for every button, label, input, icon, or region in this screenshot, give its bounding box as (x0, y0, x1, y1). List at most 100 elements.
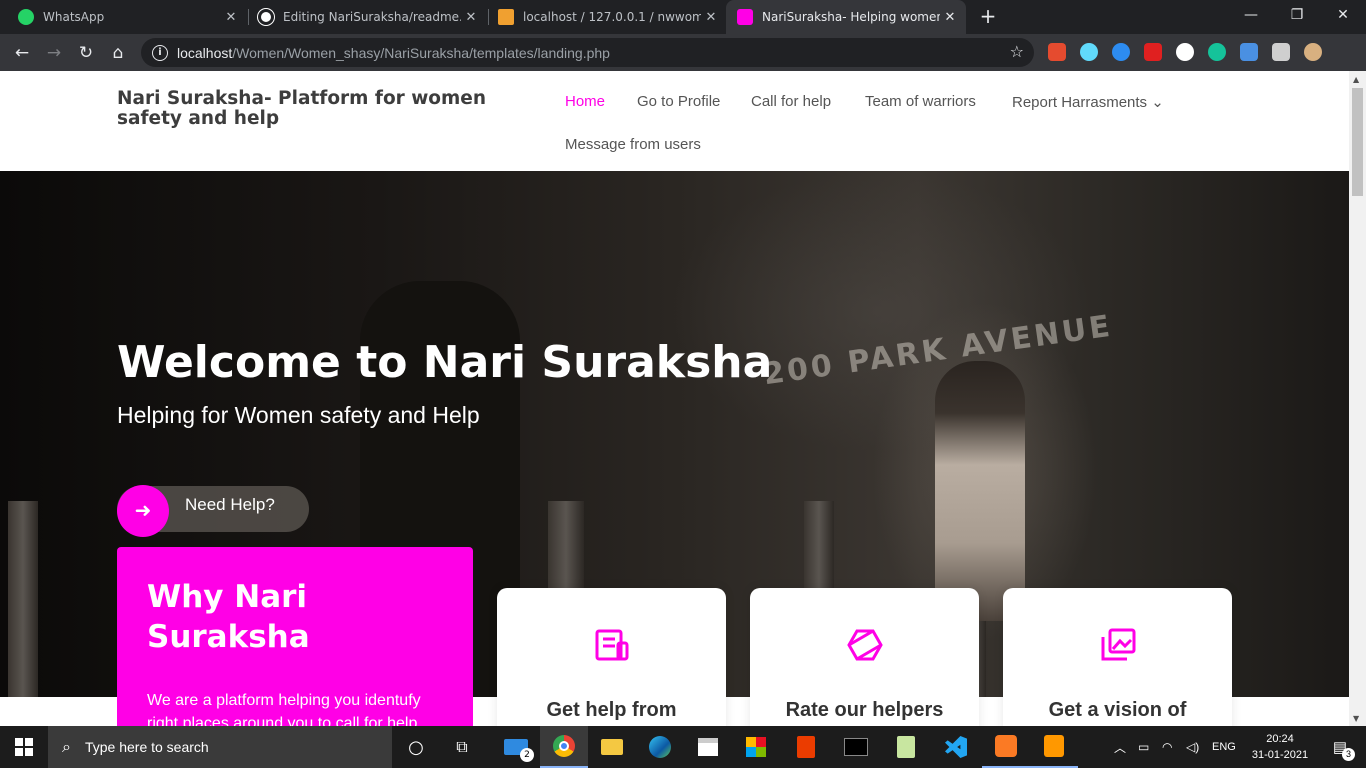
notification-count: 3 (1342, 748, 1355, 761)
hexagon-icon (750, 628, 979, 666)
narisuraksha-favicon-icon (737, 9, 753, 25)
scroll-down-icon[interactable]: ▼ (1353, 714, 1359, 723)
site-info-icon[interactable]: i (152, 44, 168, 61)
chevron-down-icon: ⌄ (1151, 94, 1164, 111)
react-devtools-icon[interactable] (1080, 43, 1098, 61)
address-bar[interactable]: i localhost/Women/Women_shasy/NariSuraks… (141, 38, 1034, 67)
menu-home[interactable]: Home (565, 93, 605, 110)
tab-close-icon[interactable]: ✕ (461, 10, 481, 25)
terminal-icon[interactable] (832, 726, 880, 768)
pdf-extension-icon[interactable] (1144, 43, 1162, 61)
menu-report-harrasments[interactable]: Report Harrasments ⌄ (1012, 93, 1164, 111)
vscode-icon[interactable] (932, 726, 980, 768)
document-icon (497, 628, 726, 666)
profile-avatar[interactable] (1304, 43, 1322, 61)
menu-team-of-warriors[interactable]: Team of warriors (865, 93, 976, 110)
feature-card-help[interactable]: Get help from (497, 588, 726, 726)
office-icon[interactable] (782, 726, 830, 768)
minimize-button[interactable]: — (1228, 0, 1274, 34)
scroll-up-icon[interactable]: ▲ (1353, 75, 1359, 84)
tab-title: WhatsApp (43, 10, 105, 24)
tab-github-readme[interactable]: Editing NariSuraksha/readme.md ✕ (240, 0, 488, 34)
close-window-button[interactable]: ✕ (1320, 0, 1366, 34)
tab-whatsapp[interactable]: WhatsApp ✕ (0, 0, 248, 34)
search-placeholder: Type here to search (84, 739, 209, 755)
wifi-icon[interactable]: ◠ (1162, 726, 1180, 768)
why-title: Why Nari Suraksha (147, 579, 310, 655)
notification-center-icon[interactable]: ▤ 3 (1320, 726, 1360, 768)
mail-badge: 2 (520, 748, 534, 762)
file-explorer-icon[interactable] (588, 726, 636, 768)
battery-icon[interactable]: ▭ (1138, 726, 1156, 768)
tab-close-icon[interactable]: ✕ (940, 10, 960, 25)
new-tab-button[interactable]: + (976, 4, 1000, 28)
menu-label: Report Harrasments (1012, 94, 1148, 111)
clock[interactable]: 20:24 31-01-2021 (1246, 726, 1314, 768)
store-icon[interactable] (684, 726, 732, 768)
taskbar-search-box[interactable]: ⌕ Type here to search (48, 726, 392, 768)
windows-taskbar: ⌕ Type here to search ○ ⧉ 2 ︿ ▭ ◠ ◁) ENG… (0, 726, 1366, 768)
search-icon: ⌕ (62, 737, 71, 756)
windows-start-button[interactable] (0, 726, 48, 768)
home-button[interactable]: ⌂ (104, 39, 132, 67)
forward-button[interactable]: → (40, 39, 68, 67)
images-icon (1003, 628, 1232, 666)
background-woman (935, 361, 1025, 621)
show-hidden-icons[interactable]: ︿ (1114, 726, 1130, 768)
web-page: Nari Suraksha- Platform for women safety… (0, 71, 1349, 726)
clock-time: 20:24 (1266, 733, 1294, 745)
scrollbar-thumb[interactable] (1352, 88, 1363, 196)
need-help-label: Need Help? (185, 495, 275, 514)
reload-button[interactable]: ↻ (72, 39, 100, 67)
url-host: localhost (177, 44, 233, 61)
tab-title: Editing NariSuraksha/readme.md (283, 10, 461, 24)
extension-fish-icon[interactable] (1240, 43, 1258, 61)
need-help-button[interactable]: ➜ Need Help? (117, 485, 309, 537)
edge-icon[interactable] (636, 726, 684, 768)
chrome-taskbar-icon[interactable] (540, 726, 588, 768)
tab-close-icon[interactable]: ✕ (221, 10, 241, 25)
site-header: Nari Suraksha- Platform for women safety… (0, 71, 1349, 171)
sublime-text-icon[interactable] (1030, 726, 1078, 768)
background-sign-text: 200 PARK AVENUE (761, 308, 1115, 393)
extensions-puzzle-icon[interactable] (1272, 43, 1290, 61)
why-nari-suraksha-box: Why Nari Suraksha We are a platform help… (117, 547, 473, 726)
browser-toolbar: ← → ↻ ⌂ i localhost/Women/Women_shasy/Na… (0, 34, 1366, 71)
site-brand[interactable]: Nari Suraksha- Platform for women safety… (117, 89, 547, 129)
task-view-icon[interactable]: ⧉ (440, 726, 484, 768)
notepad-plus-icon[interactable] (882, 726, 930, 768)
extension-blue-icon[interactable] (1112, 43, 1130, 61)
mail-icon[interactable]: 2 (492, 726, 540, 768)
arrow-right-icon: ➜ (117, 485, 169, 537)
page-scrollbar[interactable]: ▲ ▼ (1349, 71, 1366, 726)
tab-phpmyadmin[interactable]: localhost / 127.0.0.1 / nwwomen ✕ (480, 0, 728, 34)
app-tiles-icon[interactable] (732, 726, 780, 768)
menu-go-to-profile[interactable]: Go to Profile (637, 93, 720, 110)
maximize-button[interactable]: ❐ (1274, 0, 1320, 34)
tab-title: NariSuraksha- Helping women (762, 10, 940, 24)
github-icon (258, 9, 274, 25)
menu-message-from-users[interactable]: Message from users (565, 136, 701, 153)
back-button[interactable]: ← (8, 39, 36, 67)
tab-title: localhost / 127.0.0.1 / nwwomen (523, 10, 701, 24)
volume-icon[interactable]: ◁) (1186, 726, 1204, 768)
bookmark-star-icon[interactable]: ☆ (1010, 42, 1024, 61)
cortana-icon[interactable]: ○ (394, 726, 438, 768)
tab-close-icon[interactable]: ✕ (701, 10, 721, 25)
grammarly-icon[interactable] (1208, 43, 1226, 61)
feature-card-vision[interactable]: Get a vision of (1003, 588, 1232, 726)
url-path: /Women/Women_shasy/NariSuraksha/template… (232, 44, 610, 61)
tab-narisuraksha[interactable]: NariSuraksha- Helping women ✕ (726, 0, 966, 34)
url-text: localhost/Women/Women_shasy/NariSuraksha… (177, 45, 610, 61)
extension-pen-icon[interactable] (1048, 43, 1066, 61)
clock-date: 31-01-2021 (1251, 749, 1309, 761)
xampp-icon[interactable] (982, 726, 1030, 768)
feature-card-rate[interactable]: Rate our helpers (750, 588, 979, 726)
github-extension-icon[interactable] (1176, 43, 1194, 61)
language-indicator[interactable]: ENG (1212, 726, 1240, 768)
phpmyadmin-icon (498, 9, 514, 25)
card-title: Rate our helpers (785, 699, 944, 721)
hero-title: Welcome to Nari Suraksha (117, 337, 773, 388)
menu-call-for-help[interactable]: Call for help (751, 93, 831, 110)
card-title: Get help from (546, 699, 677, 721)
